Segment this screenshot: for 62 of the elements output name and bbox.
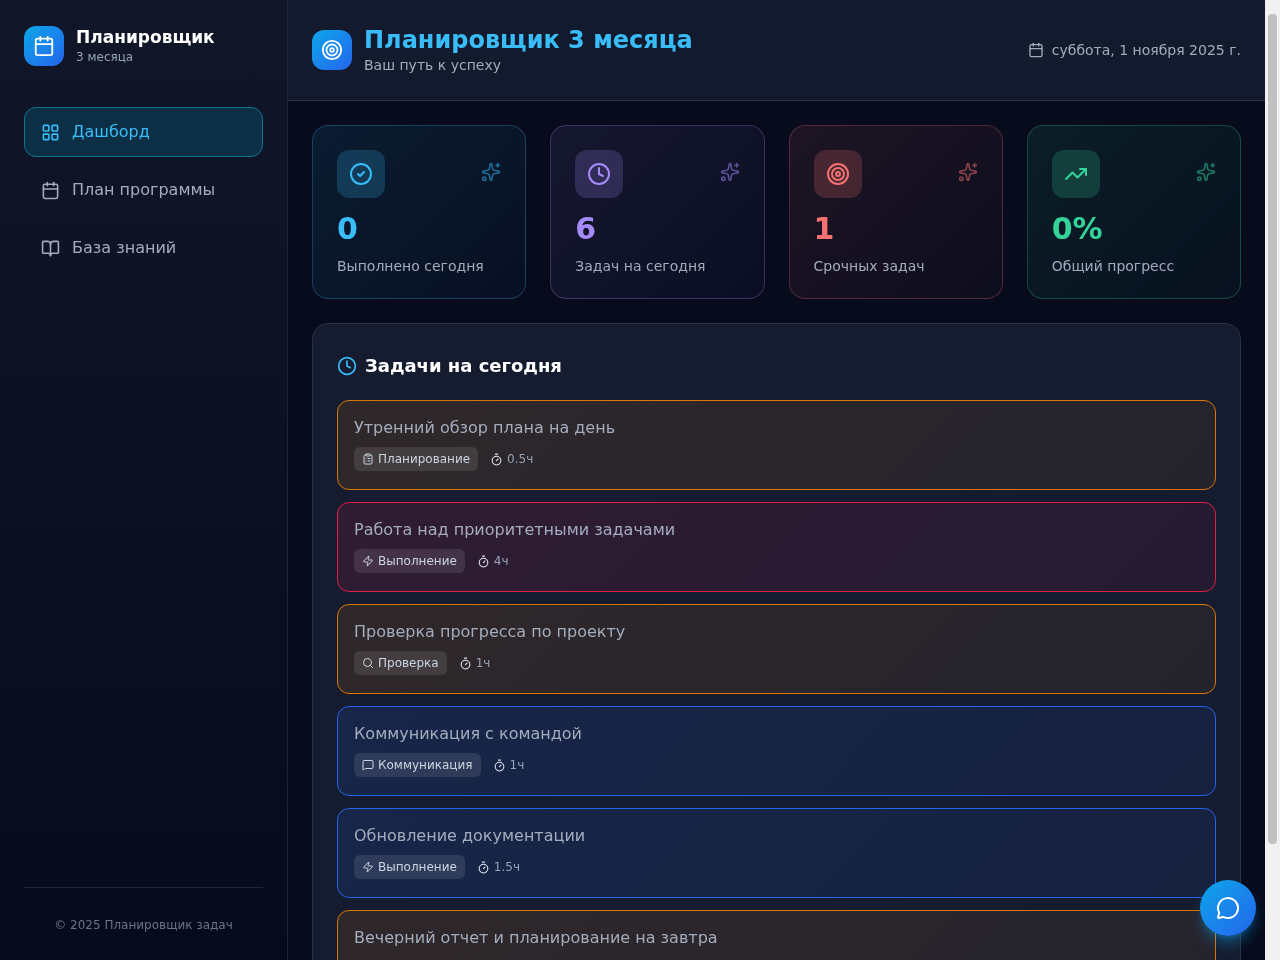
calendar-icon (41, 180, 60, 200)
task-card[interactable]: Обновление документации Выполнение 1.5ч (337, 808, 1216, 898)
stat-value: 6 (575, 214, 598, 244)
category-tag: Проверка (354, 651, 447, 675)
stat-label: Выполнено сегодня (337, 257, 485, 276)
sparkle-icon (719, 162, 740, 182)
app-subtitle: 3 месяца (76, 48, 135, 65)
clock-icon (337, 356, 357, 376)
task-title: Проверка прогресса по проекту (354, 621, 627, 643)
sparkle-icon (957, 162, 978, 182)
panel-title: Задачи на сегодня (365, 354, 562, 378)
task-card[interactable]: Утренний обзор плана на день Планирование 0.5ч (337, 400, 1216, 490)
category-tag: Выполнение (354, 855, 465, 879)
task-title: Коммуникация с командой (354, 723, 583, 745)
target-logo-icon (312, 30, 352, 70)
task-title: Утренний обзор плана на день (354, 417, 617, 439)
stopwatch-icon (458, 656, 472, 670)
nav-item[interactable]: База знаний (24, 223, 263, 273)
stat-label: Задач на сегодня (575, 257, 707, 276)
stat-value: 0% (1051, 214, 1104, 244)
duration-text: 0.5ч (507, 451, 534, 467)
stopwatch-icon (476, 860, 490, 874)
task-card[interactable]: Проверка прогресса по проекту Проверка 1ч (337, 604, 1216, 694)
duration-text: 1ч (475, 655, 491, 671)
footer-text: © 2025 Планировщик задач (54, 918, 233, 932)
clipboard-icon (362, 453, 374, 465)
sparkle-icon (1196, 162, 1216, 182)
task-title: Обновление документации (354, 825, 587, 847)
stat-label: Срочных задач (813, 257, 926, 276)
calendar-icon (1027, 42, 1044, 58)
stopwatch-icon (492, 758, 506, 772)
task-title: Вечерний отчет и планирование на завтра (354, 927, 719, 949)
stat-value: 0 (337, 214, 359, 244)
task-title: Работа над приоритетными задачами (354, 519, 677, 541)
duration-text: 1ч (509, 757, 525, 773)
grid-icon (41, 122, 60, 142)
lightning-icon (362, 555, 374, 567)
category-tag: Планирование (354, 447, 479, 471)
task-card[interactable]: Работа над приоритетными задачами Выполнение 4ч (337, 502, 1216, 592)
category-tag: Выполнение (354, 549, 465, 573)
chat-icon (1216, 896, 1240, 920)
page-title: Планировщик 3 месяца (364, 25, 693, 55)
app-title: Планировщик (76, 27, 215, 49)
task-card[interactable]: Вечерний отчет и планирование на завтра (337, 910, 1216, 960)
nav-item[interactable]: План программы (24, 165, 263, 215)
chat-icon (362, 759, 374, 771)
stat-value: 1 (813, 214, 836, 244)
search-icon (362, 657, 374, 669)
stopwatch-icon (476, 554, 490, 568)
stopwatch-icon (490, 452, 504, 466)
duration-text: 4ч (493, 553, 509, 569)
duration-text: 1.5ч (493, 859, 520, 875)
book-icon (41, 238, 60, 258)
nav-item[interactable]: Дашборд (24, 107, 263, 157)
page-subtitle: Ваш путь к успеху (364, 56, 502, 75)
sparkle-icon (481, 162, 502, 182)
calendar-logo-icon (24, 26, 64, 66)
category-tag: Коммуникация (354, 753, 481, 777)
stat-label: Общий прогресс (1051, 257, 1176, 276)
date-text: суббота, 1 ноября 2025 г. (1051, 41, 1241, 60)
lightning-icon (362, 861, 374, 873)
task-card[interactable]: Коммуникация с командой Коммуникация 1ч (337, 706, 1216, 796)
